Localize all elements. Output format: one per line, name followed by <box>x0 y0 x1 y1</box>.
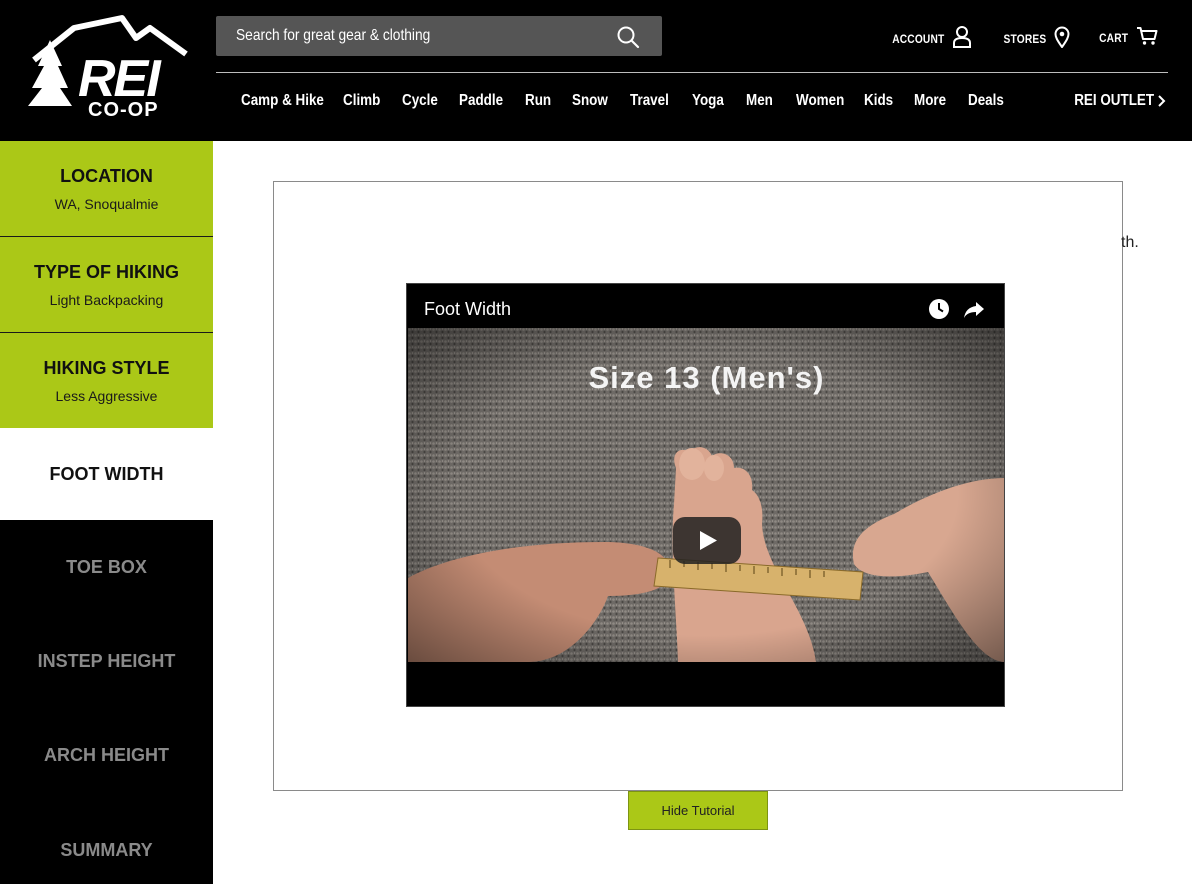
step-toe-box[interactable]: TOE BOX <box>0 520 213 614</box>
rei-coop-logo[interactable]: REI CO-OP <box>26 14 188 118</box>
hide-tutorial-button[interactable]: Hide Tutorial <box>628 791 768 830</box>
step-hiking-style[interactable]: HIKING STYLE Less Aggressive <box>0 333 213 428</box>
step-summary[interactable]: SUMMARY <box>0 802 213 884</box>
account-icon <box>953 26 971 48</box>
search-icon[interactable] <box>616 25 640 49</box>
nav-deals[interactable]: Deals <box>968 92 1004 110</box>
nav-men[interactable]: Men <box>746 92 773 110</box>
rei-outlet-link[interactable]: REI OUTLET <box>1059 92 1166 110</box>
nav-women[interactable]: Women <box>796 92 844 110</box>
cart-link[interactable]: CART <box>1094 26 1158 46</box>
step-arch-height[interactable]: ARCH HEIGHT <box>0 708 213 802</box>
step-foot-width[interactable]: FOOT WIDTH <box>0 428 213 520</box>
nav-run[interactable]: Run <box>525 92 551 110</box>
step-title: FOOT WIDTH <box>49 463 164 484</box>
step-type-of-hiking[interactable]: TYPE OF HIKING Light Backpacking <box>0 237 213 333</box>
video-title[interactable]: Foot Width <box>424 299 511 320</box>
step-sidebar: LOCATION WA, Snoqualmie TYPE OF HIKING L… <box>0 141 213 884</box>
chevron-right-icon <box>1158 95 1166 107</box>
nav-cycle[interactable]: Cycle <box>402 92 438 110</box>
nav-kids[interactable]: Kids <box>864 92 893 110</box>
nav-more[interactable]: More <box>914 92 946 110</box>
step-title: INSTEP HEIGHT <box>37 650 176 671</box>
stores-pin-icon <box>1054 26 1070 48</box>
account-link[interactable]: ACCOUNT <box>883 26 972 48</box>
stores-link[interactable]: STORES <box>996 26 1070 48</box>
rei-outlet-label: REI OUTLET <box>1074 92 1154 109</box>
step-title: TYPE OF HIKING <box>33 261 179 282</box>
tutorial-video-player[interactable]: Foot Width Size 13 (Men's) <box>406 283 1005 707</box>
site-header: REI CO-OP Search for great gear & clothi… <box>0 0 1192 141</box>
step-title: LOCATION <box>60 165 153 186</box>
header-divider <box>216 72 1168 73</box>
step-value: Less Aggressive <box>55 387 158 404</box>
share-icon[interactable] <box>962 297 986 321</box>
step-title: HIKING STYLE <box>43 357 170 378</box>
step-value: WA, Snoqualmie <box>54 195 159 212</box>
search-input[interactable]: Search for great gear & clothing <box>216 16 662 56</box>
nav-climb[interactable]: Climb <box>343 92 380 110</box>
step-title: SUMMARY <box>60 839 153 860</box>
step-instep-height[interactable]: INSTEP HEIGHT <box>0 614 213 708</box>
nav-travel[interactable]: Travel <box>630 92 669 110</box>
stores-label: STORES <box>1003 32 1046 46</box>
step-location[interactable]: LOCATION WA, Snoqualmie <box>0 141 213 237</box>
nav-paddle[interactable]: Paddle <box>459 92 503 110</box>
search-placeholder: Search for great gear & clothing <box>236 27 431 44</box>
cart-label: CART <box>1098 31 1128 45</box>
step-value: Light Backpacking <box>49 291 164 308</box>
cart-icon <box>1137 27 1158 45</box>
watch-later-icon[interactable] <box>927 297 951 321</box>
nav-camp-hike[interactable]: Camp & Hike <box>241 92 324 110</box>
step-title: ARCH HEIGHT <box>44 744 169 765</box>
step-title: TOE BOX <box>66 556 147 577</box>
account-label: ACCOUNT <box>891 32 944 46</box>
logo-coop-text: CO-OP <box>88 99 159 118</box>
clipped-instruction-text: th. <box>1121 234 1139 251</box>
video-frame[interactable]: Size 13 (Men's) <box>408 328 1004 662</box>
video-overlay-caption: Size 13 (Men's) <box>588 360 825 395</box>
nav-snow[interactable]: Snow <box>572 92 608 110</box>
play-icon[interactable] <box>673 517 741 564</box>
nav-yoga[interactable]: Yoga <box>692 92 724 110</box>
